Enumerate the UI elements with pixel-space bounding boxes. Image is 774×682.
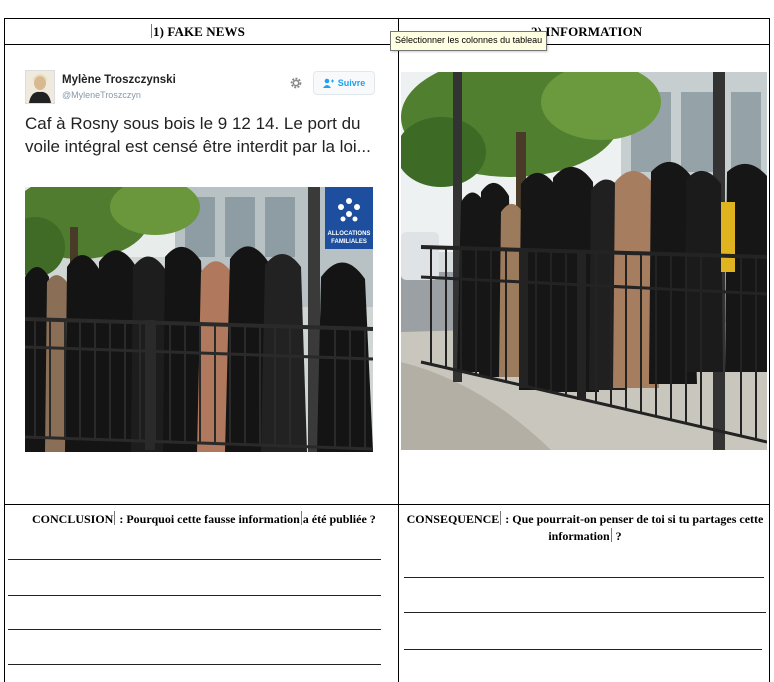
answer-line-left-1 (8, 559, 381, 560)
conclusion-question: CONCLUSION : Pourquoi cette fausse infor… (32, 511, 392, 527)
follow-button-label: Suivre (337, 78, 366, 88)
conclusion-question-part-2: a été publiée ? (302, 512, 376, 526)
information-photo (401, 72, 767, 450)
avatar-image (26, 71, 54, 103)
avatar (25, 70, 55, 104)
conclusion-label: CONCLUSION (32, 512, 114, 526)
row-divider (4, 504, 770, 505)
text-cursor-consequence-2 (610, 528, 612, 542)
tweet-author-handle[interactable]: @MyleneTroszczyn (62, 90, 141, 100)
answer-line-left-4 (8, 664, 381, 665)
table-right-border (769, 18, 770, 682)
follow-person-icon (322, 78, 334, 88)
consequence-question-part-2: information (548, 529, 610, 543)
header-fake-news-text: 1) FAKE NEWS (153, 24, 245, 39)
table-top-border (4, 18, 770, 19)
header-information-text: 2) INFORMATION (531, 24, 643, 39)
column-divider (398, 18, 399, 682)
answer-line-right-1 (404, 577, 764, 578)
consequence-question-part-3: ? (612, 529, 622, 543)
table-left-border (4, 18, 5, 682)
conclusion-question-part-1: : Pourquoi cette fausse information (116, 512, 300, 526)
tweet-author-name[interactable]: Mylène Troszczynski (62, 74, 176, 86)
consequence-question-part-1: : Que pourrait-on penser de toi si tu pa… (502, 512, 764, 526)
answer-line-right-3 (404, 649, 762, 650)
follow-button[interactable]: Suivre (313, 71, 375, 95)
tooltip: Sélectionner les colonnes du tableau (390, 31, 548, 51)
text-cursor-conclusion-2 (300, 511, 302, 525)
consequence-label: CONSEQUENCE (406, 512, 500, 526)
answer-line-right-2 (404, 612, 766, 613)
answer-line-left-3 (8, 629, 381, 630)
header-fake-news: 1) FAKE NEWS (150, 24, 245, 40)
tweet-text: Caf à Rosny sous bois le 9 12 14. Le por… (25, 114, 371, 156)
text-cursor (151, 24, 152, 38)
answer-line-left-2 (8, 595, 381, 596)
tweet-photo: ALLOCATIONS FAMILIALES (25, 187, 373, 452)
header-bottom-border (4, 44, 770, 45)
consequence-question: CONSEQUENCE : Que pourrait-on penser de … (404, 511, 766, 545)
sign-text-2: FAMILIALES (331, 239, 367, 245)
gear-icon[interactable] (289, 76, 303, 90)
sign-text-1: ALLOCATIONS (328, 231, 371, 237)
header-information: 2) INFORMATION (531, 24, 642, 40)
